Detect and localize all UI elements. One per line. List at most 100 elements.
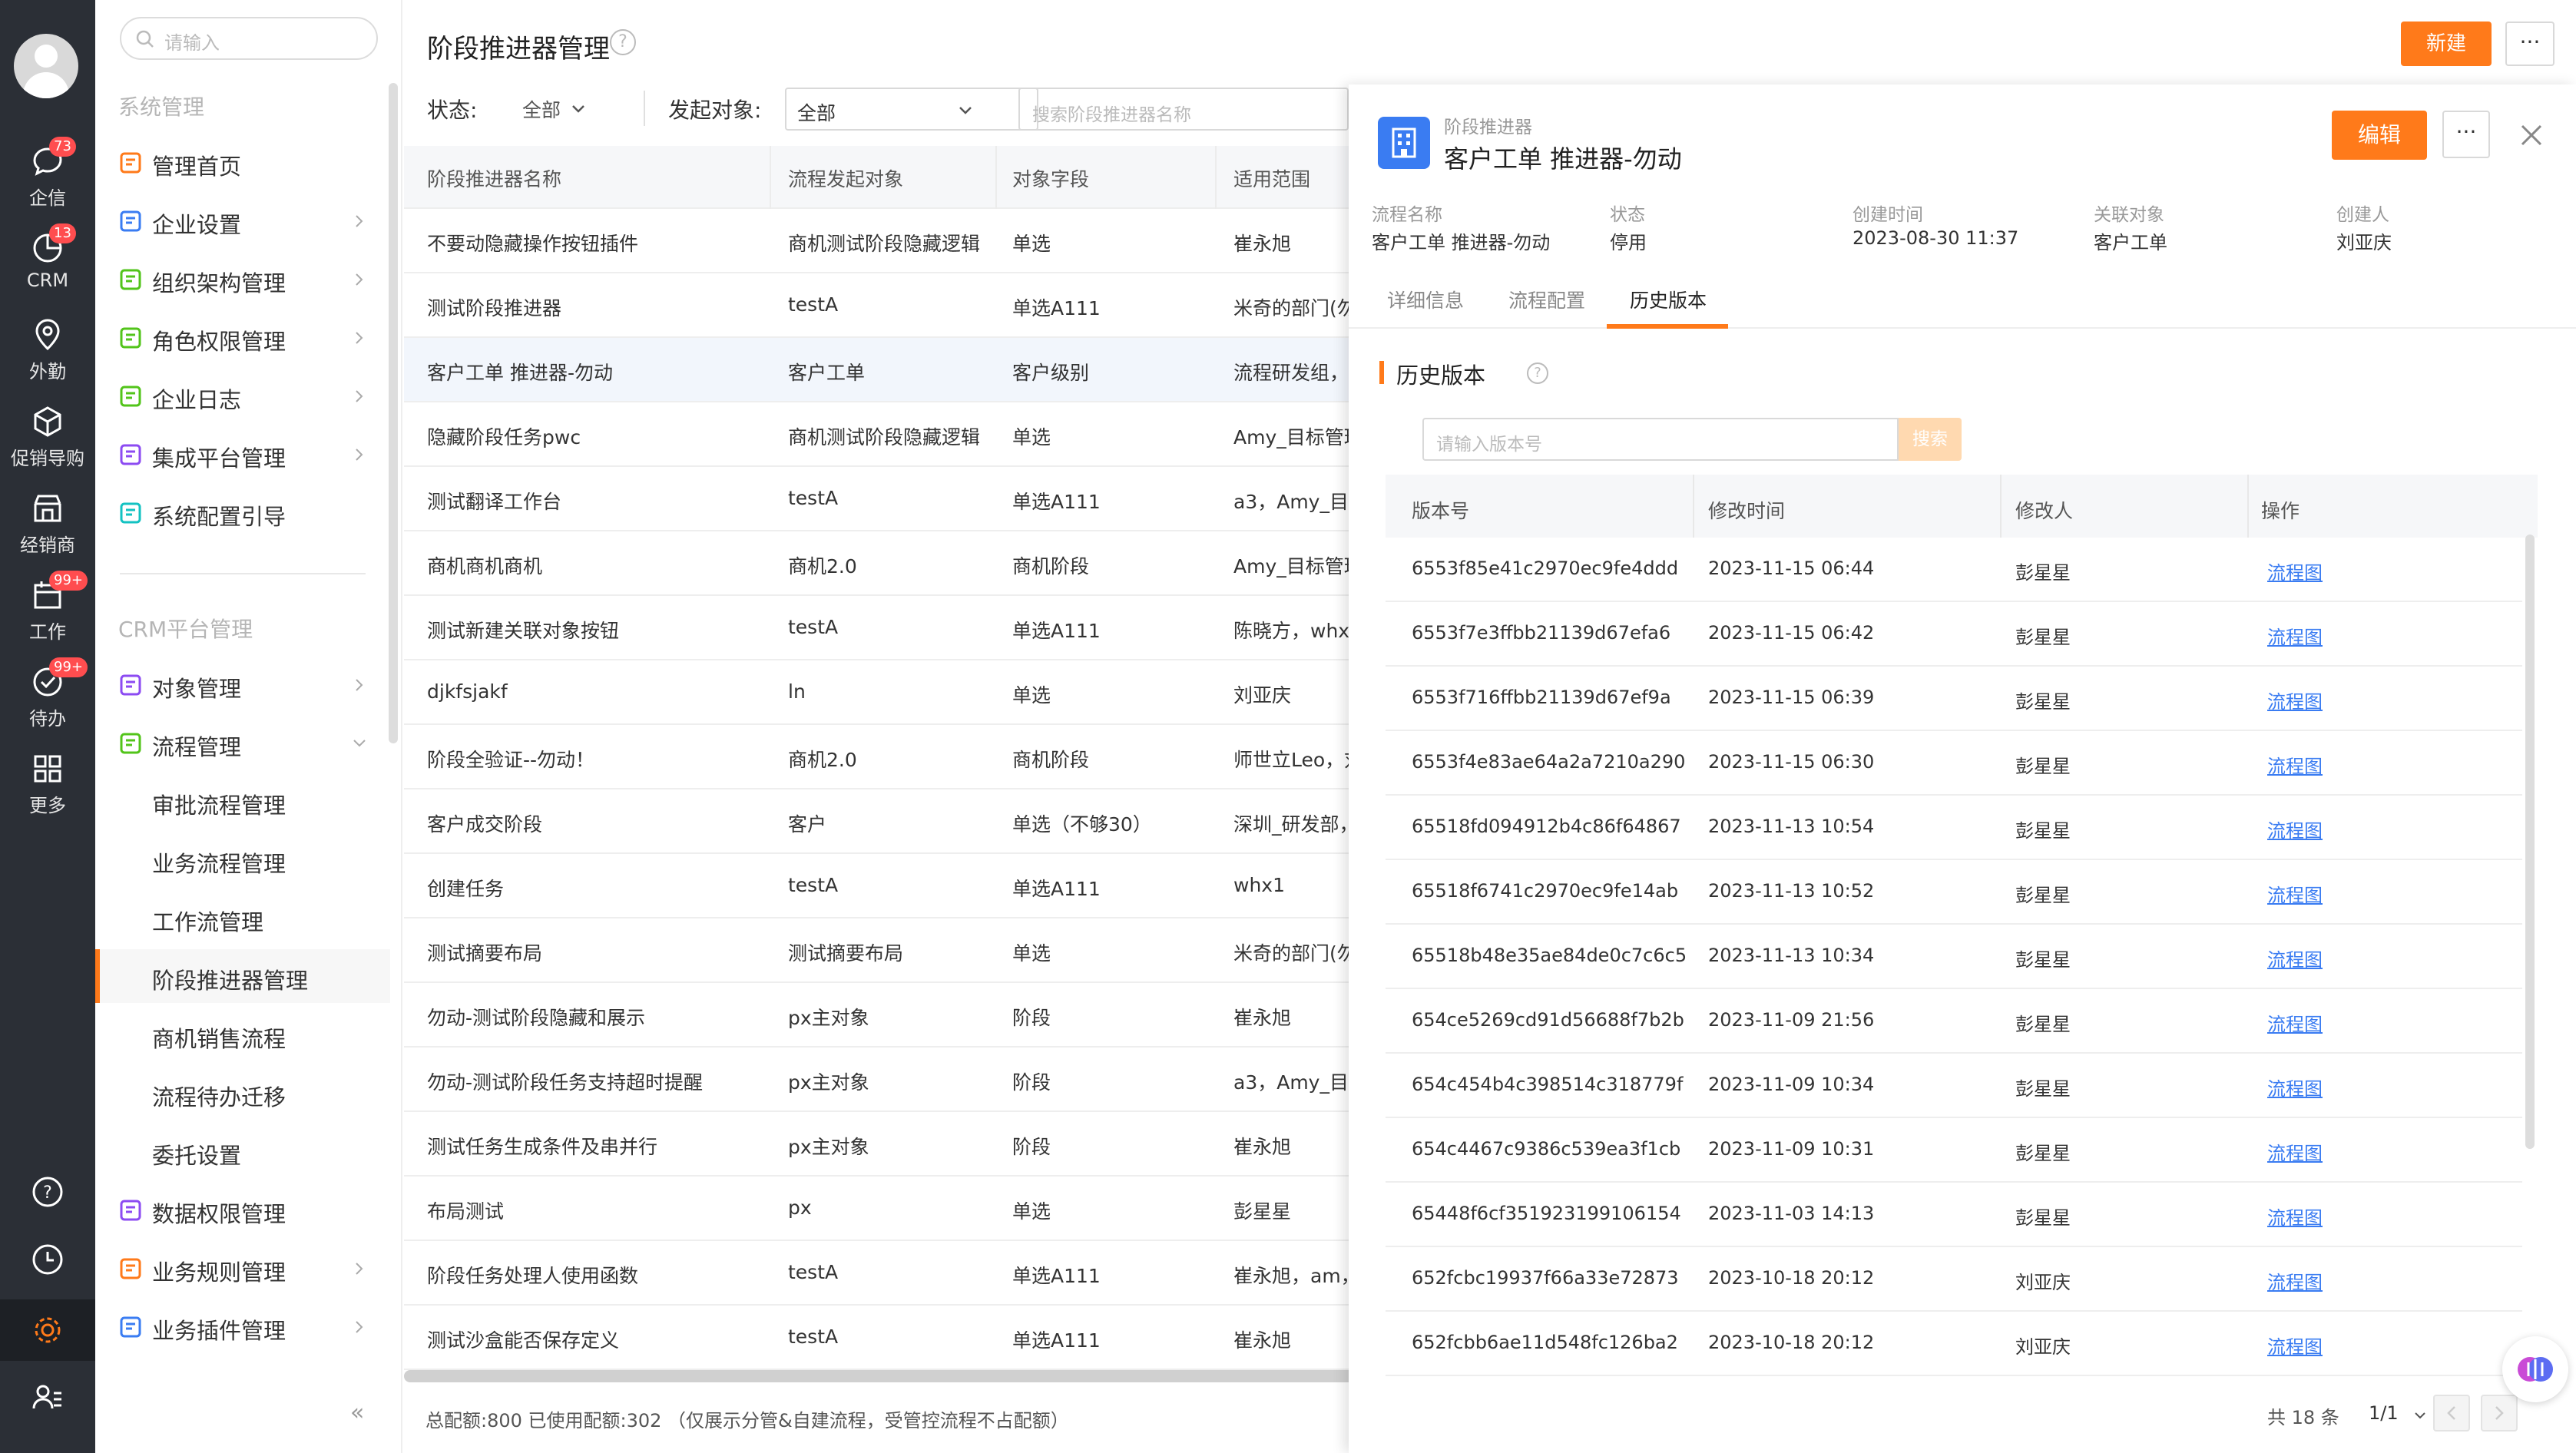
new-button[interactable]: 新建 [2401,22,2492,66]
table-row[interactable]: 测试翻译工作台 testA 单选A111 a3，Amy_目标 [404,467,1402,531]
sidebar-item-items3-2[interactable]: 业务插件管理 [95,1299,390,1353]
nav-item-7[interactable]: 更多 [0,744,95,821]
table-row[interactable]: 测试摘要布局 测试摘要布局 单选 米奇的部门(勿 [404,918,1402,983]
ai-assistant-icon[interactable] [2502,1336,2568,1402]
sidebar-item-sub-0[interactable]: 审批流程管理 [95,774,390,828]
sidebar-item-items1-2[interactable]: 组织架构管理 [95,252,390,306]
tab-history[interactable]: 历史版本 [1630,286,1707,313]
version-cell: 2023-11-09 10:31 [1708,1138,1875,1160]
table-row[interactable]: djkfsjakf ln 单选 刘亚庆 [404,660,1402,725]
nav-item-6[interactable]: 待办 99+ [0,657,95,734]
drawer-more-button[interactable]: ··· [2442,111,2490,158]
table-row[interactable]: 客户成交阶段 客户 单选（不够30） 深圳_研发部， [404,789,1402,854]
filter-target-select[interactable]: 全部 [785,88,1038,131]
pager-prev-button[interactable] [2433,1395,2470,1431]
nav-item-0[interactable]: 企信 73 [0,137,95,213]
flowchart-link[interactable]: 流程图 [2267,1074,2323,1101]
version-row: 652fcbb6ae11d548fc126ba2 2023-10-18 20:12… [1386,1312,2522,1376]
flowchart-link[interactable]: 流程图 [2267,751,2323,778]
sidebar-item-items1-6[interactable]: 系统配置引导 [95,485,390,539]
table-row[interactable]: 测试新建关联对象按钮 testA 单选A111 陈晓方，whx1 [404,596,1402,660]
sidebar-item-items1-0[interactable]: 管理首页 [95,135,390,189]
flowchart-link[interactable]: 流程图 [2267,1267,2323,1294]
sidebar-item-sub-1[interactable]: 业务流程管理 [95,832,390,886]
table-cell: testA [788,874,839,896]
help-icon[interactable]: ? [0,1161,95,1223]
flowchart-link[interactable]: 流程图 [2267,1332,2323,1359]
help-question-icon[interactable]: ? [610,29,636,55]
version-cell: 彭星星 [2015,627,2071,648]
filter-status-select[interactable]: 全部 [522,95,561,123]
sidebar-item-items1-1[interactable]: 企业设置 [95,194,390,247]
table-horizontal-scrollbar[interactable] [404,1370,1402,1382]
table-row[interactable]: 创建任务 testA 单选A111 whx1 [404,854,1402,918]
help-question-icon[interactable]: ? [1527,362,1548,384]
more-actions-button[interactable]: ··· [2505,22,2554,66]
sidebar-item-items1-5[interactable]: 集成平台管理 [95,427,390,481]
sidebar-item-items2-0[interactable]: 对象管理 [95,657,390,711]
sidebar-item-label: 商机销售流程 [152,1026,286,1052]
flowchart-link[interactable]: 流程图 [2267,622,2323,649]
sidebar-item-items2-1[interactable]: 流程管理 [95,716,390,770]
settings-gear-icon[interactable] [0,1299,95,1361]
vcol-time: 修改时间 [1708,500,1786,522]
table-row[interactable]: 测试阶段推进器 testA 单选A111 米奇的部门(勿 [404,273,1402,338]
table-row[interactable]: 不要动隐藏操作按钮插件 商机测试阶段隐藏逻辑 单选 崔永旭 [404,209,1402,273]
sidebar-item-items3-1[interactable]: 业务规则管理 [95,1241,390,1295]
nav-item-2[interactable]: 外勤 [0,310,95,387]
flowchart-link[interactable]: 流程图 [2267,1009,2323,1036]
sidebar-item-items1-4[interactable]: 企业日志 [95,369,390,422]
version-table-scrollbar[interactable] [2525,535,2535,1149]
table-row[interactable]: 布局测试 px 单选 彭星星 [404,1177,1402,1241]
flowchart-link[interactable]: 流程图 [2267,558,2323,584]
search-input[interactable]: 搜索阶段推进器名称 [1018,88,1349,131]
table-row[interactable]: 勿动-测试阶段隐藏和展示 px主对象 阶段 崔永旭 [404,983,1402,1048]
nav-item-4[interactable]: 经销商 [0,484,95,561]
collapse-sidebar-button[interactable]: « [350,1399,364,1426]
table-row[interactable]: 隐藏阶段任务pwc 商机测试阶段隐藏逻辑 单选 Amy_目标管理 [404,402,1402,467]
sidebar-item-sub-6[interactable]: 委托设置 [95,1124,390,1178]
version-cell: 2023-11-15 06:30 [1708,751,1875,773]
edit-button[interactable]: 编辑 [2332,111,2427,160]
flowchart-link[interactable]: 流程图 [2267,1203,2323,1230]
flowchart-link[interactable]: 流程图 [2267,1138,2323,1165]
sidebar-scrollbar[interactable] [389,83,398,743]
tab-details[interactable]: 详细信息 [1387,286,1464,313]
table-cell: px主对象 [788,1007,869,1029]
nav-item-5[interactable]: 工作 99+ [0,571,95,647]
sidebar-search-input[interactable]: 请输入 [120,17,378,60]
table-row[interactable]: 阶段任务处理人使用函数 testA 单选A111 崔永旭，am， [404,1241,1402,1306]
version-row: 6553f4e83ae64a2a7210a290 2023-11-15 06:30… [1386,731,2522,796]
flowchart-link[interactable]: 流程图 [2267,816,2323,842]
table-row[interactable]: 测试沙盒能否保存定义 testA 单选A111 崔永旭 [404,1306,1402,1370]
clock-icon[interactable] [0,1229,95,1290]
nav-item-3[interactable]: 促销导购 [0,397,95,474]
version-search-input[interactable]: 请输入版本号 [1422,418,1899,461]
table-row[interactable]: 测试任务生成条件及串并行 px主对象 阶段 崔永旭 [404,1112,1402,1177]
flowchart-link[interactable]: 流程图 [2267,687,2323,713]
pager-page-select[interactable]: 1/1 [2369,1402,2399,1424]
sidebar-item-sub-2[interactable]: 工作流管理 [95,891,390,945]
table-row[interactable]: 勿动-测试阶段任务支持超时提醒 px主对象 阶段 a3，Amy_目标 [404,1048,1402,1112]
sidebar-item-items3-0[interactable]: 数据权限管理 [95,1183,390,1236]
sidebar-item-sub-3[interactable]: 阶段推进器管理 [95,949,390,1003]
nav-item-1[interactable]: CRM 13 [0,223,95,300]
user-settings-icon[interactable] [0,1367,95,1428]
table-cell: 阶段任务处理人使用函数 [427,1265,639,1287]
flowchart-link[interactable]: 流程图 [2267,945,2323,971]
chevron-right-icon [352,212,367,227]
version-search-button[interactable]: 搜索 [1899,418,1962,461]
table-row[interactable]: 客户工单 推进器-勿动 客户工单 客户级别 流程研发组， [404,338,1402,402]
avatar[interactable] [14,34,78,98]
version-cell: 654c4467c9386c539ea3f1cb [1412,1138,1681,1160]
tab-flow-config[interactable]: 流程配置 [1508,286,1585,313]
sidebar-item-sub-5[interactable]: 流程待办迁移 [95,1066,390,1120]
version-cell: 2023-11-15 06:44 [1708,558,1875,579]
table-row[interactable]: 商机商机商机 商机2.0 商机阶段 Amy_目标管理 [404,531,1402,596]
table-row[interactable]: 阶段全验证--勿动！ 商机2.0 商机阶段 师世立Leo，刘 [404,725,1402,789]
table-cell: 崔永旭 [1233,233,1292,255]
sidebar-item-sub-4[interactable]: 商机销售流程 [95,1008,390,1061]
close-icon[interactable] [2515,118,2548,152]
flowchart-link[interactable]: 流程图 [2267,880,2323,907]
sidebar-item-items1-3[interactable]: 角色权限管理 [95,310,390,364]
